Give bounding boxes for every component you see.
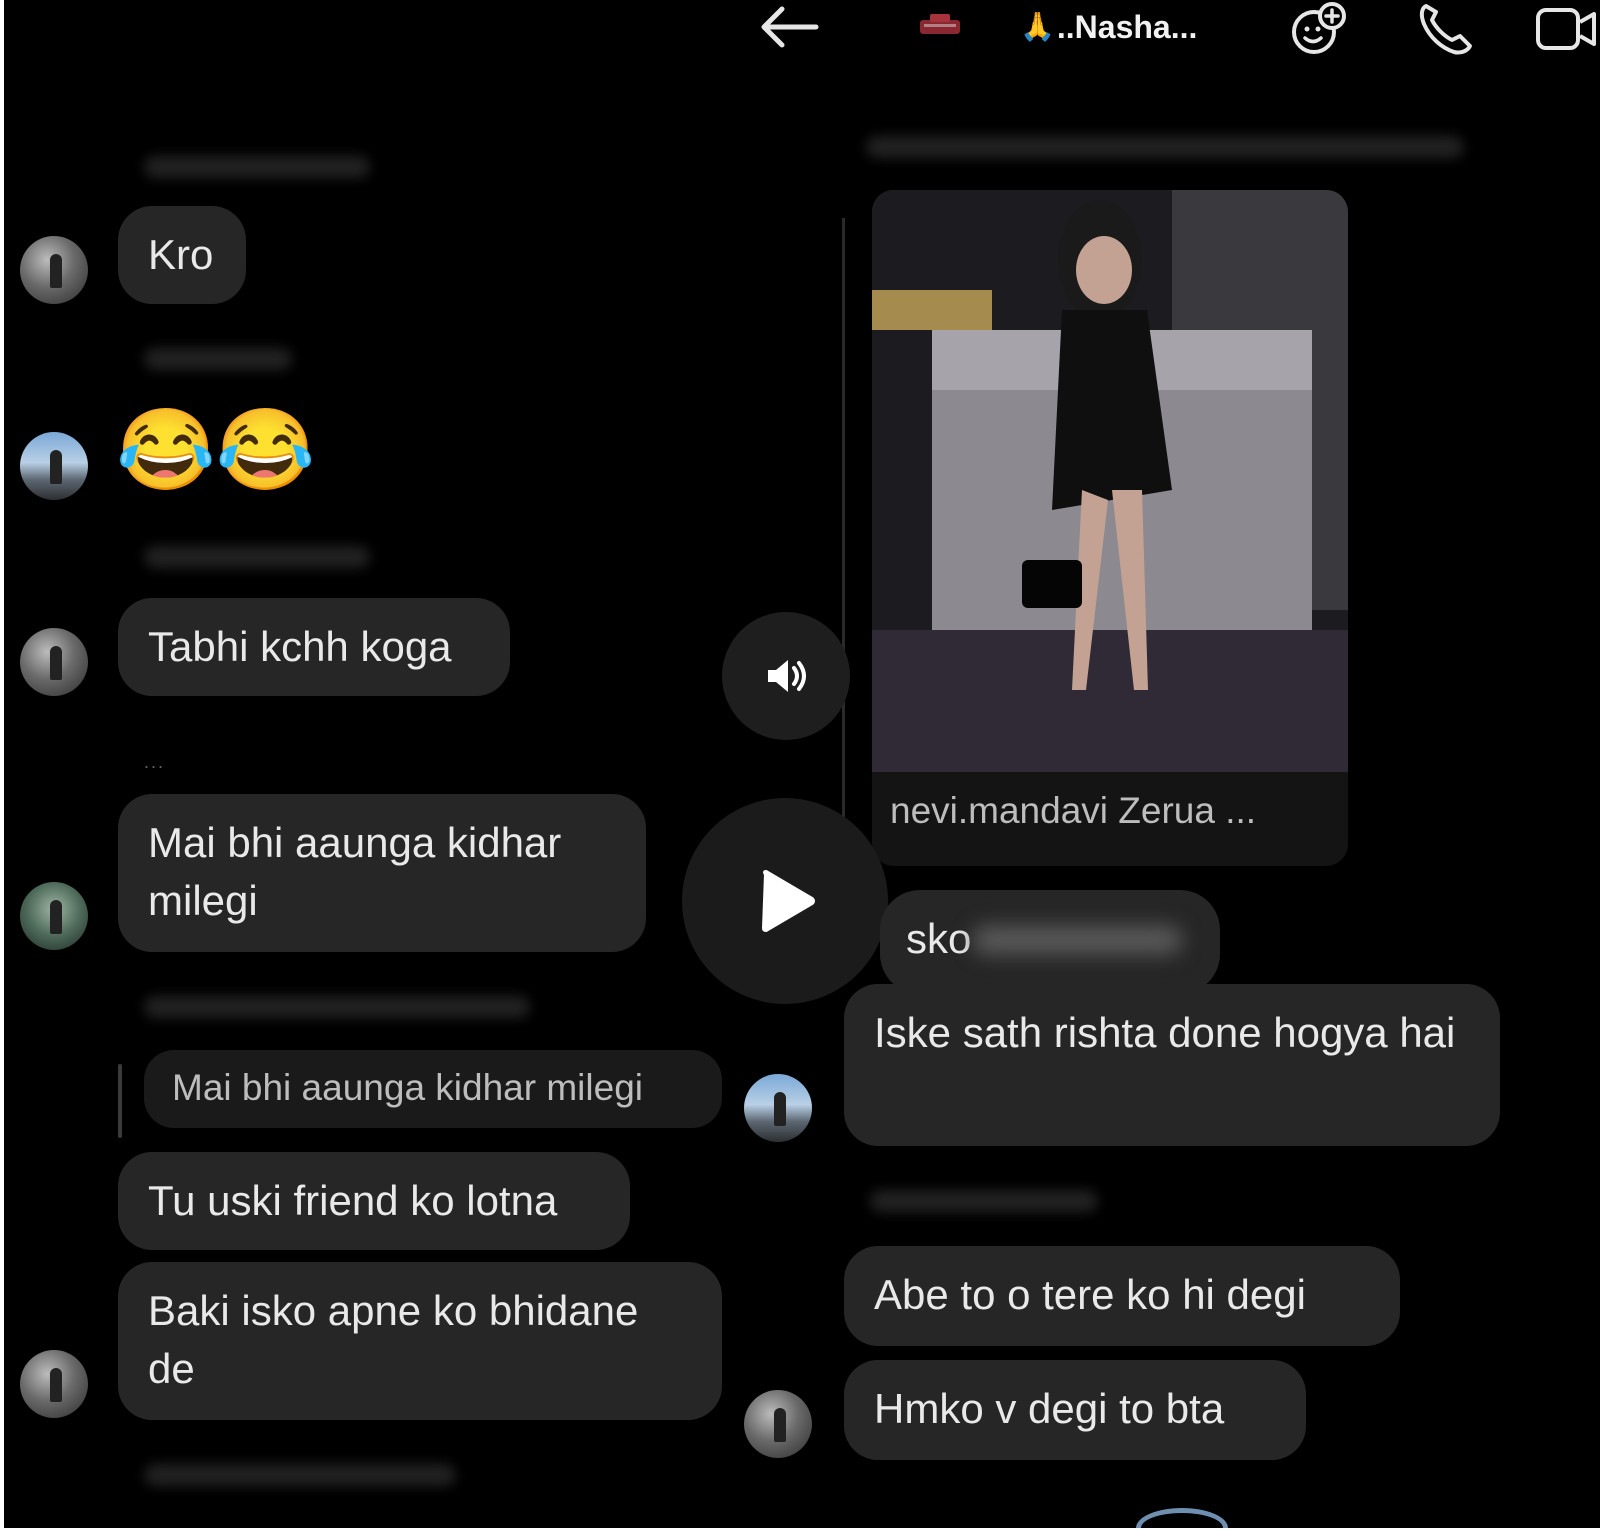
chat-header: 🙏 ..Nasha... xyxy=(4,0,1600,60)
blurred-reply-info xyxy=(144,996,530,1018)
blurred-reply-info xyxy=(870,1190,1098,1212)
message-bubble[interactable]: Hmko v degi to bta xyxy=(844,1360,1306,1460)
message-bubble[interactable]: Mai bhi aaunga kidhar milegi xyxy=(118,794,646,952)
blurred-reply-info xyxy=(144,1464,456,1486)
avatar[interactable] xyxy=(20,432,88,500)
play-icon xyxy=(762,870,815,932)
pray-emoji-icon: 🙏 xyxy=(1020,11,1055,42)
message-text: Tu uski friend ko lotna xyxy=(148,1177,558,1224)
avatar[interactable] xyxy=(20,236,88,304)
blurred-reply-info xyxy=(144,348,292,370)
emoji-message[interactable]: 😂😂 xyxy=(116,400,315,500)
post-photo xyxy=(872,190,1348,772)
chat-area: 🙏 ..Nasha... Kro 😂😂 Tabhi kchh koga ... … xyxy=(4,0,1600,1528)
scroll-indicator[interactable] xyxy=(1136,1508,1228,1528)
chat-title-text: ..Nasha... xyxy=(1056,9,1198,45)
screen: 🙏 ..Nasha... Kro 😂😂 Tabhi kchh koga ... … xyxy=(0,0,1600,1530)
message-bubble[interactable]: Baki isko apne ko bhidane de xyxy=(118,1262,722,1420)
shared-post[interactable]: nevi.mandavi Zerua ... xyxy=(872,190,1348,866)
message-text: Kro xyxy=(148,231,214,278)
back-arrow-icon xyxy=(761,6,819,48)
message-text: Mai bhi aaunga kidhar milegi xyxy=(148,819,562,924)
message-text: Iske sath rishta done hogya hai xyxy=(874,1009,1456,1056)
reply-quote-text: Mai bhi aaunga kidhar milegi xyxy=(172,1067,643,1108)
reply-quote[interactable]: Mai bhi aaunga kidhar milegi xyxy=(144,1050,722,1128)
reply-preview[interactable]: sko xyxy=(880,890,1220,994)
video-icon xyxy=(1536,8,1596,50)
reply-preview-text: sko xyxy=(906,915,972,962)
blurred-reply-info xyxy=(144,156,370,178)
back-button[interactable] xyxy=(756,4,820,50)
post-caption: nevi.mandavi Zerua ... xyxy=(890,790,1257,831)
sound-toggle-button[interactable] xyxy=(722,612,850,740)
avatar[interactable] xyxy=(744,1074,812,1142)
avatar[interactable] xyxy=(20,1350,88,1418)
blurred-text xyxy=(972,926,1182,954)
message-bubble[interactable]: Kro xyxy=(118,206,246,304)
avatar[interactable] xyxy=(20,628,88,696)
message-text: Hmko v degi to bta xyxy=(874,1385,1225,1432)
message-bubble[interactable]: Iske sath rishta done hogya hai xyxy=(844,984,1500,1146)
message-bubble[interactable]: Tabhi kchh koga xyxy=(118,598,510,696)
post-image xyxy=(872,190,1348,772)
message-text: Abe to o tere ko hi degi xyxy=(874,1271,1306,1318)
reply-quote-line xyxy=(118,1064,122,1138)
reply-quote-line xyxy=(842,218,845,858)
blurred-reply-info xyxy=(144,546,370,568)
blurred-reply-info xyxy=(866,136,1464,158)
play-button[interactable] xyxy=(682,798,888,1004)
sticker-icon xyxy=(1292,2,1346,54)
video-call-button[interactable] xyxy=(1534,0,1600,56)
message-bubble[interactable]: Abe to o tere ko hi degi xyxy=(844,1246,1400,1346)
avatar[interactable] xyxy=(744,1390,812,1458)
message-text: Baki isko apne ko bhidane de xyxy=(148,1287,639,1392)
message-bubble[interactable]: Tu uski friend ko lotna xyxy=(118,1152,630,1250)
call-button[interactable] xyxy=(1412,0,1478,56)
sticker-button[interactable] xyxy=(1286,0,1352,56)
message-text: Tabhi kchh koga xyxy=(148,623,452,670)
phone-icon xyxy=(1419,4,1472,55)
chat-title[interactable]: 🙏 ..Nasha... xyxy=(1020,2,1197,52)
speaker-icon xyxy=(768,660,806,692)
typing-indicator: ... xyxy=(144,752,166,772)
avatar[interactable] xyxy=(20,882,88,950)
header-emoji-icon xyxy=(916,12,964,38)
